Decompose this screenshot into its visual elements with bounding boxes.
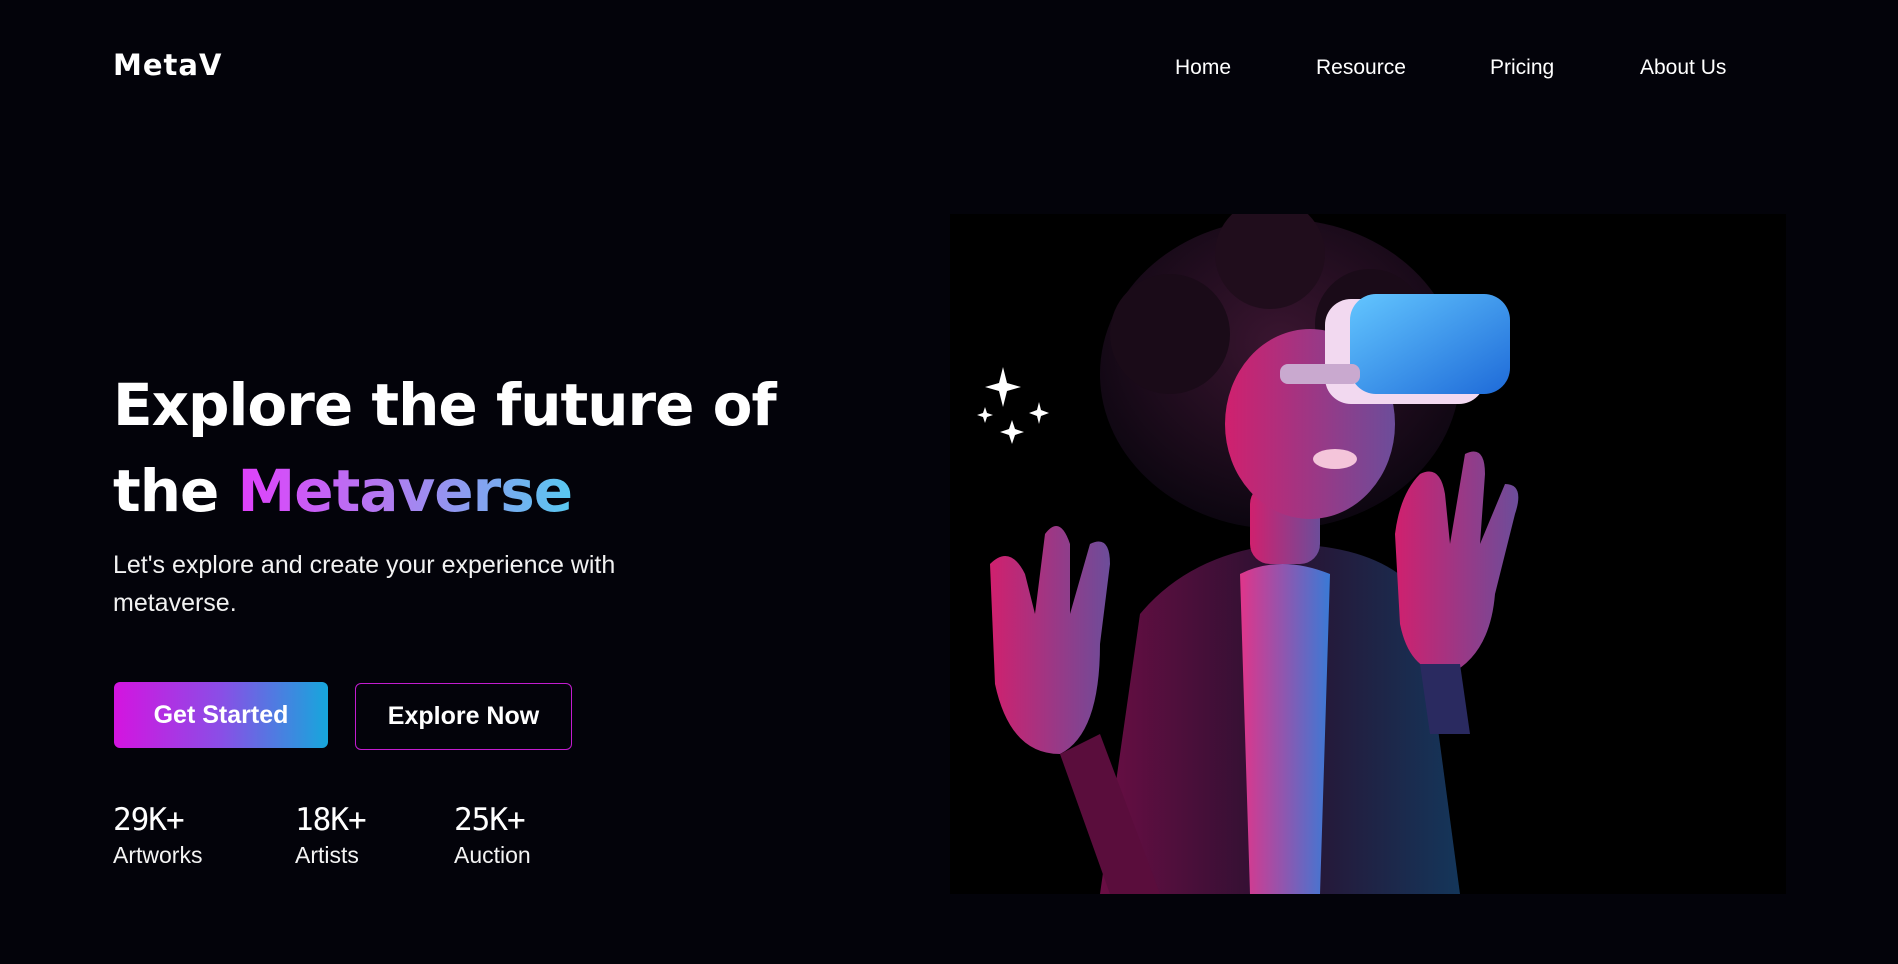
stat-label: Artists	[295, 842, 359, 868]
sparkles-icon	[977, 367, 1049, 444]
headline-prefix: the	[113, 457, 238, 525]
vr-person-illustration	[990, 214, 1519, 894]
stat-label: Auction	[454, 842, 531, 868]
stat-artworks: 29K+ Artworks	[113, 802, 202, 869]
stat-value: 18K+	[295, 802, 367, 838]
nav-home[interactable]: Home	[1175, 56, 1231, 80]
stat-value: 29K+	[113, 802, 185, 838]
nav-about-us[interactable]: About Us	[1640, 56, 1726, 80]
hero-subtitle: Let's explore and create your experience…	[113, 551, 616, 617]
headline-line-1: Explore the future of	[113, 371, 777, 439]
stat-auction: 25K+ Auction	[454, 802, 531, 869]
stat-value: 25K+	[454, 802, 526, 838]
hero-headline: Explore the future of the Metaverse	[113, 362, 813, 534]
nav-resource[interactable]: Resource	[1316, 56, 1406, 80]
nav-pricing[interactable]: Pricing	[1490, 56, 1554, 80]
explore-now-button[interactable]: Explore Now	[355, 683, 572, 750]
stat-artists: 18K+ Artists	[295, 802, 367, 869]
get-started-button[interactable]: Get Started	[114, 682, 328, 748]
landing-page: MetaV Home Resource Pricing About Us Exp…	[0, 0, 1898, 964]
stat-label: Artworks	[113, 842, 203, 868]
headline-highlight: Metaverse	[237, 457, 574, 525]
hero-vr-image	[950, 214, 1786, 894]
brand-logo[interactable]: MetaV	[113, 48, 222, 82]
